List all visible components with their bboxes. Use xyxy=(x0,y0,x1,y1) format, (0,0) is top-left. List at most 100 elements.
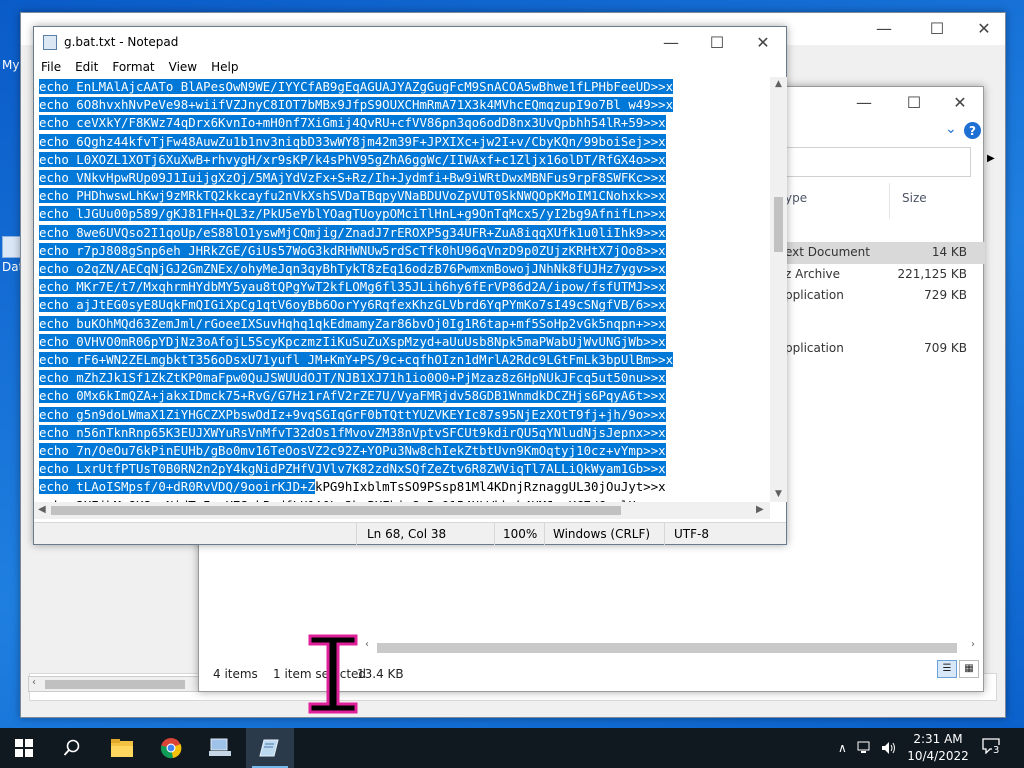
selection-size: 13.4 KB xyxy=(357,667,404,681)
text-line[interactable]: echo EnLMAlAjcAATo BlAPesOwN9WE/IYYCfAB9… xyxy=(39,78,749,96)
chrome-taskbar-button[interactable] xyxy=(147,728,195,768)
text-line[interactable]: echo 6O8hvxhNvPeVe98+wiifVZJnyC8IOT7bMBx… xyxy=(39,96,749,114)
text-editor-area[interactable]: echo EnLMAlAjcAATo BlAPesOwN9WE/IYYCfAB9… xyxy=(34,77,770,527)
clock-time: 2:31 AM xyxy=(913,732,963,746)
text-line[interactable]: echo PHDhwswLhKwj9zMRkTQ2kkcayfu2nVkXshS… xyxy=(39,187,749,205)
menu-view[interactable]: View xyxy=(162,57,204,77)
file-size: 221,125 KB xyxy=(897,267,967,281)
column-header-type[interactable]: ype xyxy=(785,183,807,205)
selected-text: echo ajJtEG0syE8UqkFmQIGiXpCg1qtV6oyBb6O… xyxy=(39,297,666,313)
notepad-icon xyxy=(43,35,57,50)
text-line[interactable]: echo 6Qghz44kfvTjFw48AuwZu1b1nv3niqbD33w… xyxy=(39,133,749,151)
scrollbar-thumb[interactable] xyxy=(774,197,783,252)
text-line[interactable]: echo buKOhMQd63ZemJml/rGoeeIXSuvHqhq1qkE… xyxy=(39,315,749,333)
text-line[interactable]: echo 7n/OeOu76kPinEUHb/gBo0mv16TeOosVZ2c… xyxy=(39,442,749,460)
search-input[interactable] xyxy=(785,147,971,177)
selected-text: echo 0VHVO0mR06pYDjNz3oAfojL5ScyKpczmzIi… xyxy=(39,333,666,349)
windows-logo-icon xyxy=(15,739,33,757)
close-button[interactable]: ✕ xyxy=(961,13,1007,43)
scroll-up-icon[interactable]: ▲ xyxy=(773,79,784,89)
volume-icon[interactable] xyxy=(881,741,897,755)
details-view-icon[interactable]: ☰ xyxy=(937,660,957,678)
scroll-left-icon[interactable]: ‹ xyxy=(32,677,36,688)
text-line[interactable]: echo lJGUu00p589/gKJ81FH+QL3z/PkU5eYblYO… xyxy=(39,205,749,223)
close-button[interactable]: ✕ xyxy=(937,87,983,117)
horizontal-scrollbar[interactable]: ◀ ▶ xyxy=(34,502,770,519)
selected-text: echo VNkvHpwRUp09J1IuijgXzOj/5MAjYdVzFx+… xyxy=(39,170,666,185)
network-icon[interactable] xyxy=(857,741,873,755)
text-line[interactable]: echo 0VHVO0mR06pYDjNz3oAfojL5ScyKpczmzIi… xyxy=(39,333,749,351)
chrome-icon xyxy=(160,738,182,759)
menu-file[interactable]: File xyxy=(34,57,68,77)
cursor-position: Ln 68, Col 38 xyxy=(367,527,447,541)
scroll-right-icon[interactable]: ▶ xyxy=(756,504,764,515)
text-line[interactable]: echo o2qZN/AECqNjGJ2GmZNEx/ohyMeJqn3qyBh… xyxy=(39,260,749,278)
chevron-up-icon[interactable]: ∧ xyxy=(838,741,847,755)
text-line[interactable]: echo L0XOZL1XOTj6XuXwB+rhvygH/xr9sKP/k4s… xyxy=(39,151,749,169)
help-icon[interactable]: ? xyxy=(964,122,981,139)
notification-count: 3 xyxy=(992,745,1001,756)
text-line[interactable]: echo VNkvHpwRUp09J1IuijgXzOj/5MAjYdVzFx+… xyxy=(39,169,749,187)
selected-text: echo buKOhMQd63ZemJml/rGoeeIXSuvHqhq1qkE… xyxy=(39,315,666,331)
selected-text: echo L0XOZL1XOTj6XuXwB+rhvygH/xr9sKP/k4s… xyxy=(39,151,666,167)
selected-text: echo rF6+WN2ZELmgbktT356oDsxU71yufl JM+K… xyxy=(39,352,674,367)
maximize-button[interactable]: ☐ xyxy=(891,87,937,117)
text-line[interactable]: echo ajJtEG0syE8UqkFmQIGiXpCg1qtV6oyBb6O… xyxy=(39,296,749,314)
text-line[interactable]: echo 8we6UVQso2I1qoUp/eS88lO1yswMjCQmjig… xyxy=(39,224,749,242)
menu-edit[interactable]: Edit xyxy=(68,57,105,77)
line-endings: Windows (CRLF) xyxy=(553,527,651,541)
file-size: 729 KB xyxy=(924,288,967,302)
maximize-button[interactable]: ☐ xyxy=(914,13,960,43)
scroll-down-icon[interactable]: ▼ xyxy=(773,489,784,499)
folder-icon xyxy=(111,739,133,757)
text-line[interactable]: echo mZhZJk1Sf1ZkZtKP0maFpw0QuJSWUUdOJT/… xyxy=(39,369,749,387)
taskbar: ∧ 2:31 AM 10/4/2022 3 xyxy=(0,728,1024,768)
minimize-button[interactable]: — xyxy=(841,87,887,117)
selected-text: echo 6O8hvxhNvPeVe98+wiifVZJnyC8IOT7bMBx… xyxy=(39,97,674,113)
text-line[interactable]: echo r7pJ808gSnp6eh JHRkZGE/GiUs57WoG3kd… xyxy=(39,242,749,260)
system-tray: ∧ xyxy=(838,728,897,768)
selected-text: echo n56nTknRnp65K3EUJXWYuRsVnMfvT32dOs1… xyxy=(39,424,666,440)
file-size: 709 KB xyxy=(924,341,967,355)
vertical-scrollbar[interactable]: ▲ ▼ xyxy=(770,77,787,502)
text-line[interactable]: echo g5n9doLWmaX1ZiYHGCZXPbswOdIz+9vqSGI… xyxy=(39,406,749,424)
zoom-level: 100% xyxy=(503,527,538,541)
column-header-size[interactable]: Size xyxy=(902,183,927,205)
menu-format[interactable]: Format xyxy=(105,57,161,77)
text-line[interactable]: echo 0Mx6kImQZA+jakxIDmck75+RvG/G7Hz1rAf… xyxy=(39,387,749,405)
menu-help[interactable]: Help xyxy=(204,57,245,77)
text-line[interactable]: echo rF6+WN2ZELmgbktT356oDsxU71yufl JM+K… xyxy=(39,351,749,369)
large-icons-view-icon[interactable]: ▦ xyxy=(959,660,979,678)
notification-center-button[interactable]: 3 xyxy=(982,738,1004,758)
clock[interactable]: 2:31 AM 10/4/2022 xyxy=(906,731,970,765)
text-line[interactable]: echo LxrUtfPTUsT0B0RN2n2pY4kgNidPZHfVJVl… xyxy=(39,460,749,478)
horizontal-scrollbar[interactable]: ‹ › xyxy=(28,676,212,692)
desktop-icon-label: My xyxy=(2,58,20,72)
remote-desktop-taskbar-button[interactable] xyxy=(196,728,244,768)
minimize-button[interactable]: — xyxy=(648,27,694,57)
maximize-button[interactable]: ☐ xyxy=(694,27,740,57)
selected-text: echo lJGUu00p589/gKJ81FH+QL3z/PkU5eYblYO… xyxy=(39,206,666,222)
scroll-left-icon[interactable]: ◀ xyxy=(38,504,46,515)
scrollbar-thumb[interactable] xyxy=(51,506,621,515)
selected-text: echo r7pJ808gSnp6eh JHRkZGE/GiUs57WoG3kd… xyxy=(39,242,666,258)
search-button[interactable] xyxy=(48,728,96,768)
start-button[interactable] xyxy=(0,728,48,768)
chevron-down-icon[interactable]: ⌄ xyxy=(945,121,959,137)
menu-bar: File Edit Format View Help xyxy=(34,57,786,77)
search-icon xyxy=(63,739,80,756)
file-explorer-taskbar-button[interactable] xyxy=(98,728,146,768)
text-line[interactable]: echo n56nTknRnp65K3EUJXWYuRsVnMfvT32dOs1… xyxy=(39,424,749,442)
selected-text: echo o2qZN/AECqNjGJ2GmZNEx/ohyMeJqn3qyBh… xyxy=(39,261,666,276)
text-line[interactable]: echo MKr7E/t7/MxqhrmHYdbMY5yau8tQPgYwT2k… xyxy=(39,278,749,296)
notepad-taskbar-button[interactable] xyxy=(246,728,294,768)
encoding: UTF-8 xyxy=(674,527,709,541)
notepad-titlebar[interactable]: g.bat.txt - Notepad — ☐ ✕ xyxy=(34,27,786,57)
close-button[interactable]: ✕ xyxy=(740,27,786,57)
window-title: g.bat.txt - Notepad xyxy=(64,35,179,49)
chevron-right-icon[interactable]: ▶ xyxy=(987,153,995,164)
text-line[interactable]: echo tLAoISMpsf/0+dR0RvVDQ/9ooirKJD+ZkPG… xyxy=(39,478,749,496)
scrollbar-thumb[interactable] xyxy=(45,680,185,689)
minimize-button[interactable]: — xyxy=(861,13,907,43)
text-line[interactable]: echo ceVXkY/F8KWz74qDrx6KvnIo+mH0nf7XiGm… xyxy=(39,114,749,132)
